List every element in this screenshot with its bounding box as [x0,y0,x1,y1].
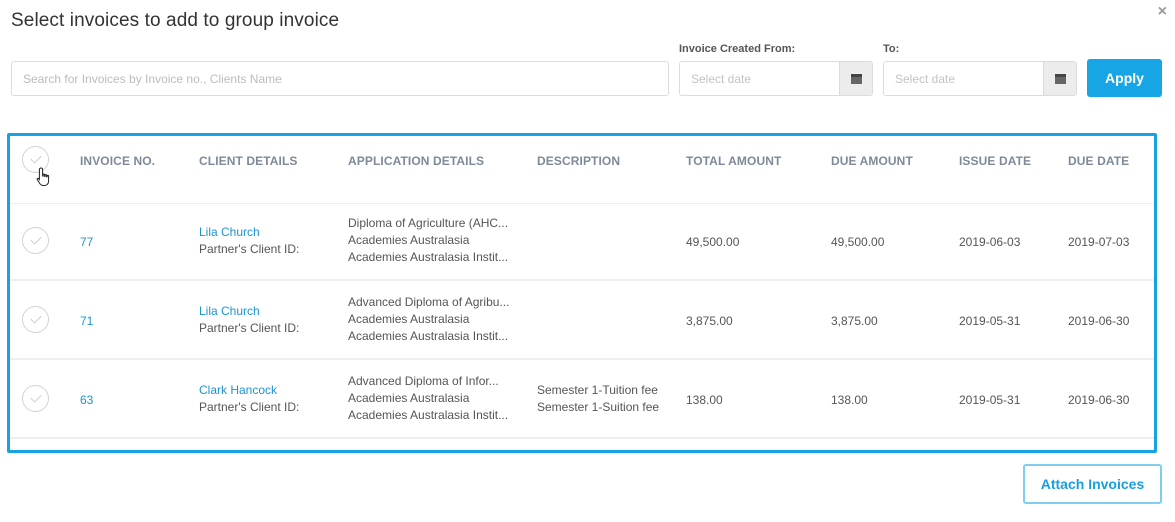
client-details-cell: Clark Hancock Partner's Client ID: [199,382,299,416]
due-date: 2019-06-30 [1068,393,1130,407]
application-partner: Academies Australasia [348,233,470,247]
application-partner: Academies Australasia [348,312,470,326]
date-to-input[interactable] [884,62,1043,95]
header-due-amount[interactable]: DUE AMOUNT [831,154,913,168]
header-issue-date[interactable]: ISSUE DATE [959,154,1031,168]
attach-invoices-button[interactable]: Attach Invoices [1023,464,1162,504]
hand-pointer-icon [36,167,50,186]
row-checkbox[interactable] [22,227,49,254]
client-name-link[interactable]: Clark Hancock [199,382,299,399]
close-icon[interactable]: × [1158,4,1167,20]
calendar-from-button[interactable] [839,62,872,95]
application-course: Advanced Diploma of Agribu... [348,295,510,309]
total-amount: 3,875.00 [686,314,733,328]
date-to-picker [883,61,1077,96]
check-icon [29,233,42,245]
client-details-cell: Lila Church Partner's Client ID: [199,303,299,337]
application-institution: Academies Australasia Instit... [348,408,509,422]
date-from-input[interactable] [680,62,839,95]
partner-client-id: Partner's Client ID: [199,400,300,414]
issue-date: 2019-06-03 [959,235,1021,249]
to-label: To: [883,43,900,55]
due-amount: 3,875.00 [831,314,878,328]
application-details-cell: Diploma of Agriculture (AHC... Academies… [348,215,520,266]
table-header: INVOICE NO. CLIENT DETAILS APPLICATION D… [10,136,1154,204]
application-course: Diploma of Agriculture (AHC... [348,216,509,230]
due-amount: 138.00 [831,393,868,407]
client-name-link[interactable]: Lila Church [199,224,299,241]
check-icon [29,391,42,403]
created-from-label: Invoice Created From: [679,43,796,55]
row-checkbox[interactable] [22,385,49,412]
calendar-icon [1054,73,1066,84]
total-amount: 49,500.00 [686,235,740,249]
total-amount: 138.00 [686,393,723,407]
issue-date: 2019-05-31 [959,393,1021,407]
application-details-cell: Advanced Diploma of Agribu... Academies … [348,294,520,345]
description-line: Semester 1-Tuition fee [537,383,658,397]
table-row[interactable]: 77 Lila Church Partner's Client ID: Dipl… [10,204,1154,281]
modal-title: Select invoices to add to group invoice [11,10,340,31]
invoice-number-link[interactable]: 63 [80,393,93,407]
due-date: 2019-07-03 [1068,235,1130,249]
partner-client-id: Partner's Client ID: [199,321,300,335]
header-total-amount[interactable]: TOTAL AMOUNT [686,154,781,168]
due-date: 2019-06-30 [1068,314,1130,328]
description-line: Semester 1-Suition fee [537,400,660,414]
table-row[interactable]: 71 Lila Church Partner's Client ID: Adva… [10,283,1154,360]
row-checkbox[interactable] [22,306,49,333]
calendar-icon [850,73,862,84]
apply-button[interactable]: Apply [1087,59,1162,97]
client-details-cell: Lila Church Partner's Client ID: [199,224,299,258]
partner-client-id: Partner's Client ID: [199,242,300,256]
application-institution: Academies Australasia Instit... [348,250,509,264]
invoice-number-link[interactable]: 77 [80,235,93,249]
description-cell: Semester 1-Tuition fee Semester 1-Suitio… [537,382,659,416]
application-partner: Academies Australasia [348,391,470,405]
due-amount: 49,500.00 [831,235,885,249]
header-invoice-no[interactable]: INVOICE NO. [80,154,155,168]
client-name-link[interactable]: Lila Church [199,303,299,320]
search-input[interactable] [11,61,669,96]
header-description[interactable]: DESCRIPTION [537,154,620,168]
application-course: Advanced Diploma of Infor... [348,374,499,388]
header-client-details[interactable]: CLIENT DETAILS [199,154,298,168]
header-due-date[interactable]: DUE DATE [1068,154,1129,168]
invoice-number-link[interactable]: 71 [80,314,93,328]
issue-date: 2019-05-31 [959,314,1021,328]
date-from-picker [679,61,873,96]
invoice-table: INVOICE NO. CLIENT DETAILS APPLICATION D… [7,133,1157,453]
application-institution: Academies Australasia Instit... [348,329,509,343]
header-application-details[interactable]: APPLICATION DETAILS [348,154,484,168]
check-icon [29,152,42,164]
calendar-to-button[interactable] [1043,62,1076,95]
check-icon [29,312,42,324]
application-details-cell: Advanced Diploma of Infor... Academies A… [348,373,520,424]
table-row[interactable]: 63 Clark Hancock Partner's Client ID: Ad… [10,362,1154,439]
